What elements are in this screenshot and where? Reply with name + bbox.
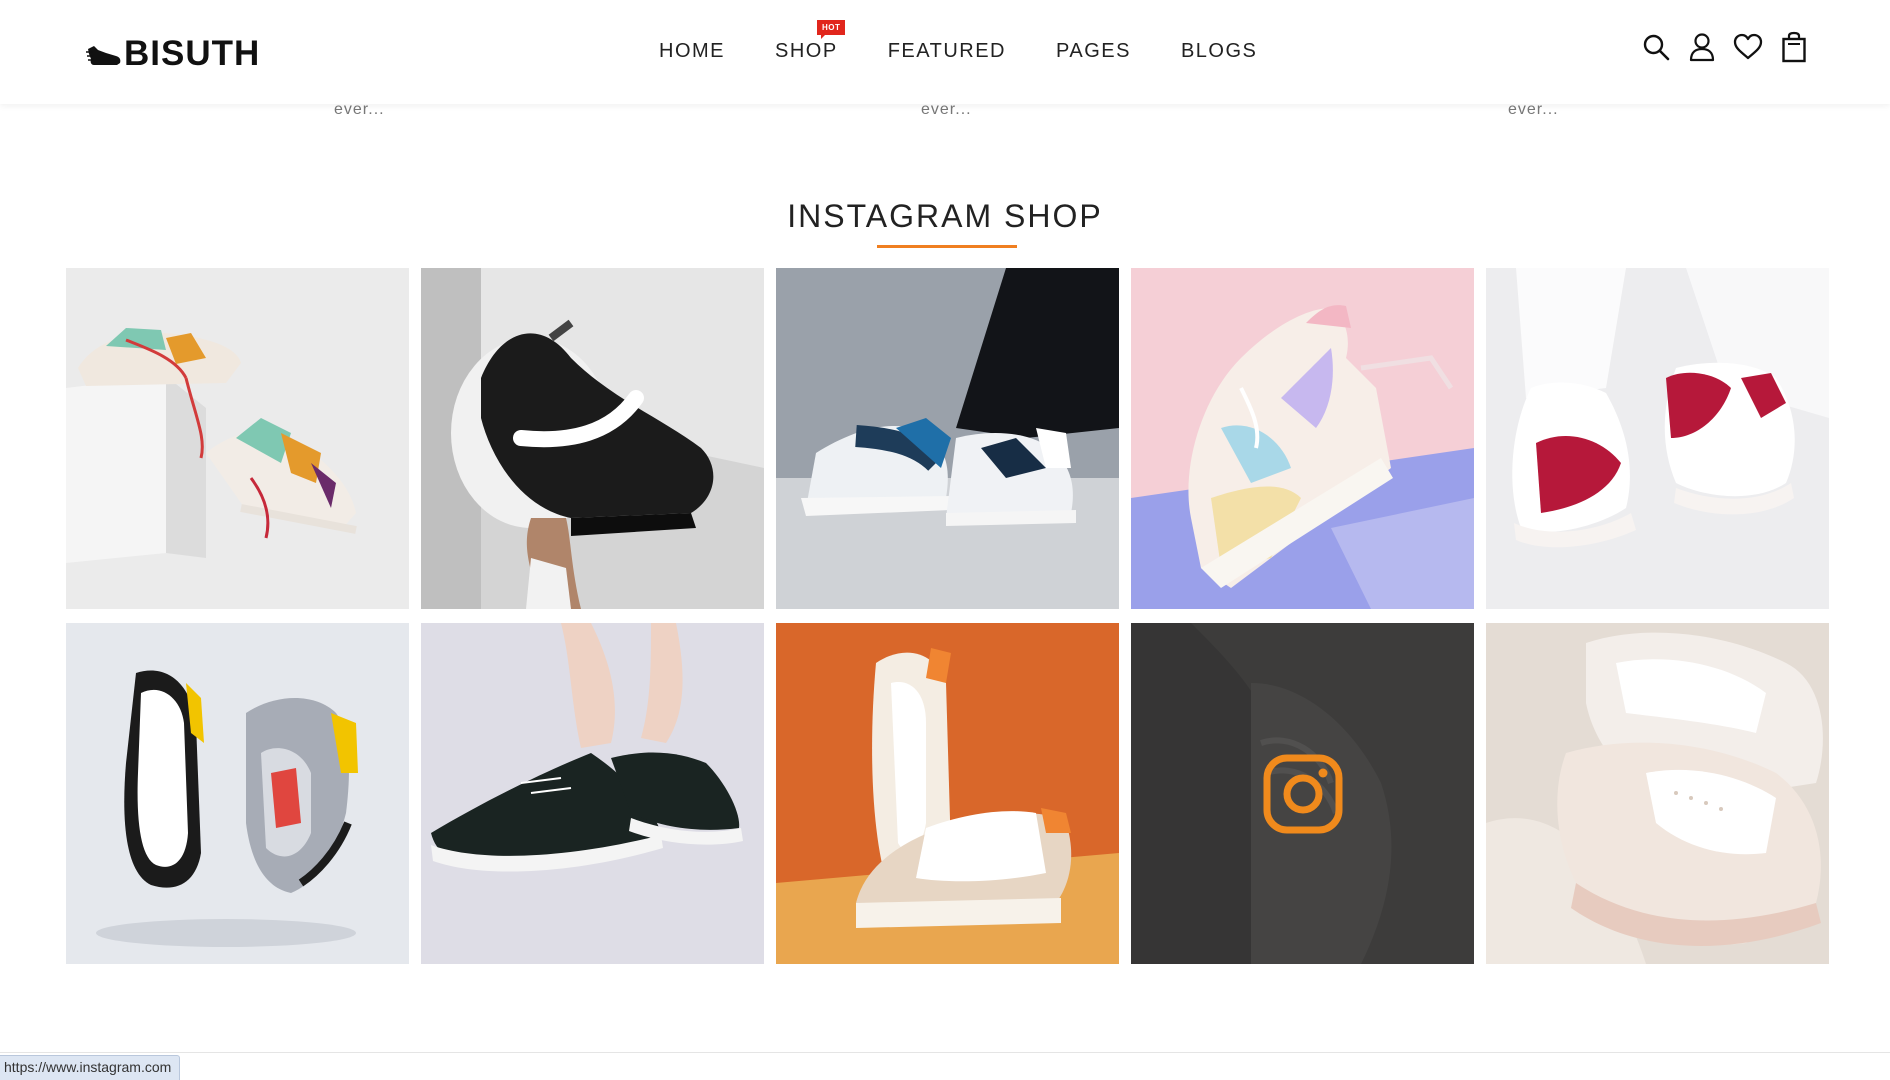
hot-badge: HOT bbox=[817, 20, 846, 39]
nav-home[interactable]: HOME bbox=[659, 38, 725, 64]
section-title: INSTAGRAM SHOP bbox=[787, 198, 1103, 234]
sneaker-image bbox=[776, 268, 1119, 609]
title-underline bbox=[877, 245, 1017, 248]
hover-overlay bbox=[1131, 623, 1474, 964]
instagram-tile[interactable] bbox=[66, 623, 409, 964]
instagram-tile[interactable] bbox=[1486, 623, 1829, 964]
site-header: BISUTH HOME SHOP HOT FEATURED PAGES BLOG… bbox=[0, 0, 1890, 104]
instagram-tile[interactable] bbox=[421, 623, 764, 964]
instagram-tile-hovered[interactable] bbox=[1131, 623, 1474, 964]
sneaker-image bbox=[421, 623, 764, 964]
instagram-tile[interactable] bbox=[421, 268, 764, 609]
nav-blogs[interactable]: BLOGS bbox=[1181, 38, 1257, 64]
divider bbox=[0, 1052, 1890, 1053]
instagram-tile[interactable] bbox=[1131, 268, 1474, 609]
sneaker-image bbox=[66, 623, 409, 964]
instagram-tile[interactable] bbox=[66, 268, 409, 609]
sneaker-image bbox=[421, 268, 764, 609]
nav-featured[interactable]: FEATURED bbox=[888, 38, 1006, 64]
search-icon[interactable] bbox=[1640, 30, 1672, 64]
status-bar-url: https://www.instagram.com bbox=[0, 1055, 181, 1080]
sneaker-image bbox=[1486, 268, 1829, 609]
instagram-icon bbox=[1263, 754, 1342, 833]
sneaker-image bbox=[1486, 623, 1829, 964]
nav-shop[interactable]: SHOP HOT bbox=[775, 20, 846, 64]
shopping-bag-icon[interactable] bbox=[1778, 30, 1810, 64]
logo[interactable]: BISUTH bbox=[86, 34, 260, 74]
header-actions bbox=[1640, 30, 1810, 64]
main-nav: HOME SHOP HOT FEATURED PAGES BLOGS bbox=[659, 20, 1307, 64]
user-icon[interactable] bbox=[1686, 30, 1718, 64]
sneaker-image bbox=[776, 623, 1119, 964]
nav-pages[interactable]: PAGES bbox=[1056, 38, 1131, 64]
instagram-tile[interactable] bbox=[1486, 268, 1829, 609]
heart-icon[interactable] bbox=[1732, 30, 1764, 64]
instagram-tile[interactable] bbox=[776, 268, 1119, 609]
logo-text: BISUTH bbox=[124, 34, 261, 73]
shoe-logo-icon bbox=[86, 46, 121, 65]
instagram-grid bbox=[66, 268, 1829, 964]
sneaker-image bbox=[66, 268, 409, 609]
instagram-tile[interactable] bbox=[776, 623, 1119, 964]
sneaker-image bbox=[1131, 268, 1474, 609]
